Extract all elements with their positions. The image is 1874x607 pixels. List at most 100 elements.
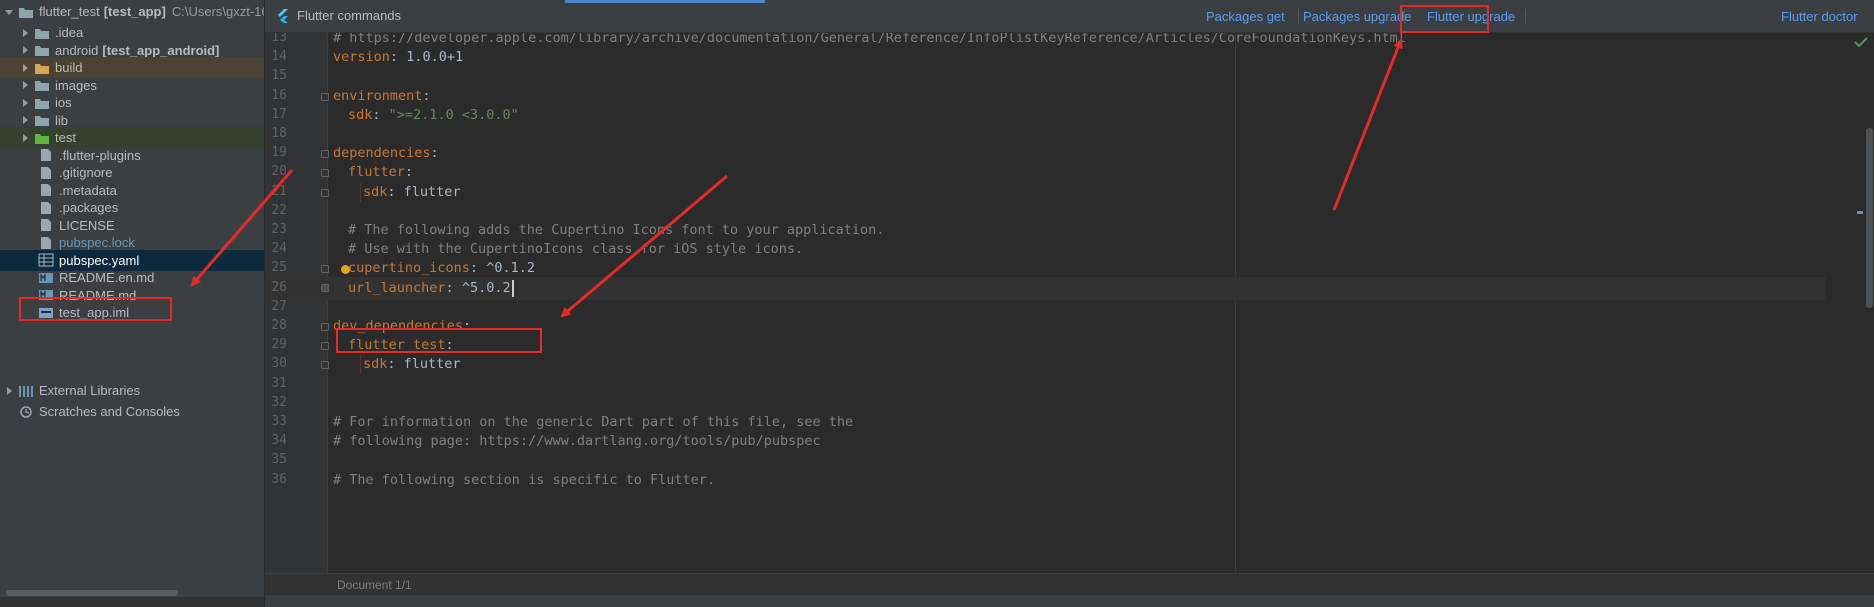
file-icon xyxy=(38,201,54,215)
annotation-box-pubspec xyxy=(19,297,172,321)
yaml-colon: : xyxy=(430,145,439,162)
line-number: 18 xyxy=(271,126,287,141)
yaml-entry: version: 1.0.0+1 xyxy=(333,49,463,65)
line-number: 16 xyxy=(271,87,287,103)
scratches-icon xyxy=(18,405,34,419)
line-number: 15 xyxy=(271,68,287,84)
sidebar-horizontal-scrollbar[interactable] xyxy=(6,590,178,596)
tree-item-external-libraries[interactable]: External Libraries xyxy=(0,380,264,401)
tree-item-label: .flutter-plugins xyxy=(59,147,141,163)
fold-icon[interactable] xyxy=(321,169,329,178)
annotation-box-url-launcher xyxy=(336,328,542,353)
tree-item-root[interactable]: flutter_test [test_app] C:\Users\gxzt-16 xyxy=(0,1,264,22)
chevron-right-icon[interactable] xyxy=(20,133,30,143)
yaml-value: ">=2.1.0 <3.0.0" xyxy=(388,106,519,123)
line-number: 28 xyxy=(271,318,287,333)
chevron-right-icon[interactable] xyxy=(20,28,30,38)
folder-icon xyxy=(34,113,50,127)
flutter-icon xyxy=(275,8,291,23)
chevron-right-icon[interactable] xyxy=(4,386,14,396)
fold-end-icon[interactable] xyxy=(321,361,329,370)
module-name: [test_app_android] xyxy=(102,42,220,58)
code-editor[interactable]: 13 # https://developer.apple.com/library/… xyxy=(265,33,1874,573)
packages-get-link[interactable]: Packages get xyxy=(1206,9,1285,24)
line-number: 29 xyxy=(271,337,287,353)
line-number: 33 xyxy=(271,414,287,429)
sidebar-bottom-strip xyxy=(0,597,264,607)
chevron-right-icon[interactable] xyxy=(20,63,30,73)
fold-icon[interactable] xyxy=(321,342,329,351)
comment-text: # The following adds the Cupertino Icons… xyxy=(348,222,885,238)
line-number: 20 xyxy=(271,164,287,180)
breadcrumb-label: Document 1/1 xyxy=(337,578,412,592)
annotation-box-packages-get xyxy=(1400,5,1489,33)
yaml-key: sdk xyxy=(363,356,388,373)
code-line[interactable]: 36 # The following section is specific to… xyxy=(265,469,1825,492)
bottom-tool-strip xyxy=(265,595,1874,607)
folder-icon xyxy=(18,5,34,19)
folder-icon xyxy=(34,78,50,92)
fold-icon[interactable] xyxy=(321,150,329,159)
yaml-key: url_launcher xyxy=(348,279,446,296)
line-number: 36 xyxy=(271,471,287,487)
flutter-commands-title: Flutter commands xyxy=(275,8,401,23)
folder-icon xyxy=(34,26,50,40)
tree-item-label: .packages xyxy=(59,200,119,215)
line-number: 32 xyxy=(271,394,287,410)
yaml-value: ^5.0.2 xyxy=(461,279,511,296)
editor-breadcrumb: Document 1/1 xyxy=(265,573,1874,595)
root-module-name: [test_app] xyxy=(103,4,166,19)
fold-end-icon[interactable] xyxy=(321,265,329,274)
yaml-value: ^0.1.2 xyxy=(486,260,535,277)
line-number: 22 xyxy=(271,202,287,218)
fold-icon[interactable] xyxy=(321,92,329,101)
line-number: 34 xyxy=(271,433,287,449)
yaml-entry: url_launcher: ^5.0.2 xyxy=(348,280,511,296)
check-icon xyxy=(1854,36,1868,48)
yaml-colon: : xyxy=(372,106,381,123)
yaml-colon: : xyxy=(387,356,396,373)
flutter-commands-label: Flutter commands xyxy=(297,8,402,23)
line-number: 27 xyxy=(271,298,287,314)
editor-vertical-scrollbar[interactable] xyxy=(1866,128,1873,308)
line-number: 31 xyxy=(271,375,287,391)
separator xyxy=(1298,9,1299,24)
yaml-entry: dependencies: xyxy=(333,145,439,161)
fold-end-icon[interactable] xyxy=(321,188,329,197)
chevron-down-icon[interactable] xyxy=(4,7,14,17)
yaml-key: flutter xyxy=(348,164,405,181)
chevron-right-icon[interactable] xyxy=(20,80,30,90)
yaml-entry: sdk: flutter xyxy=(363,356,461,372)
excluded-folder-icon xyxy=(34,61,50,75)
line-number: 30 xyxy=(271,356,287,372)
tree-item-label: test xyxy=(55,130,76,145)
tree-item-label: images xyxy=(55,77,97,93)
chevron-right-icon[interactable] xyxy=(20,98,30,108)
fold-icon[interactable] xyxy=(321,323,329,331)
flutter-doctor-link[interactable]: Flutter doctor xyxy=(1781,9,1858,24)
tree-item-label: lib xyxy=(55,112,69,128)
packages-upgrade-link[interactable]: Packages upgrade xyxy=(1303,9,1411,24)
yaml-entry: sdk: flutter xyxy=(363,184,461,200)
tree-item-label: android xyxy=(55,42,99,58)
yaml-colon: : xyxy=(389,49,399,66)
library-icon xyxy=(18,384,34,398)
text-caret xyxy=(512,279,514,297)
chevron-right-icon[interactable] xyxy=(20,115,30,125)
scratches-label: Scratches and Consoles xyxy=(39,404,180,419)
yaml-key: version xyxy=(333,49,390,66)
file-icon xyxy=(38,166,54,180)
chevron-right-icon[interactable] xyxy=(20,45,30,55)
scrollbar-marker xyxy=(1857,211,1863,214)
yaml-key: sdk xyxy=(363,183,388,200)
tree-item-scratches[interactable]: Scratches and Consoles xyxy=(0,401,264,422)
yaml-value: 1.0.0+1 xyxy=(406,49,464,66)
comment-text: # https://developer.apple.com/library/ar… xyxy=(333,33,1406,46)
file-icon xyxy=(38,183,54,197)
tree-item-label: .idea xyxy=(55,25,84,40)
bookmark-marker xyxy=(321,283,329,292)
yaml-colon: : xyxy=(469,260,479,277)
yaml-colon: : xyxy=(387,183,396,200)
tree-item-label: build xyxy=(55,60,83,75)
line-number: 24 xyxy=(271,241,287,257)
